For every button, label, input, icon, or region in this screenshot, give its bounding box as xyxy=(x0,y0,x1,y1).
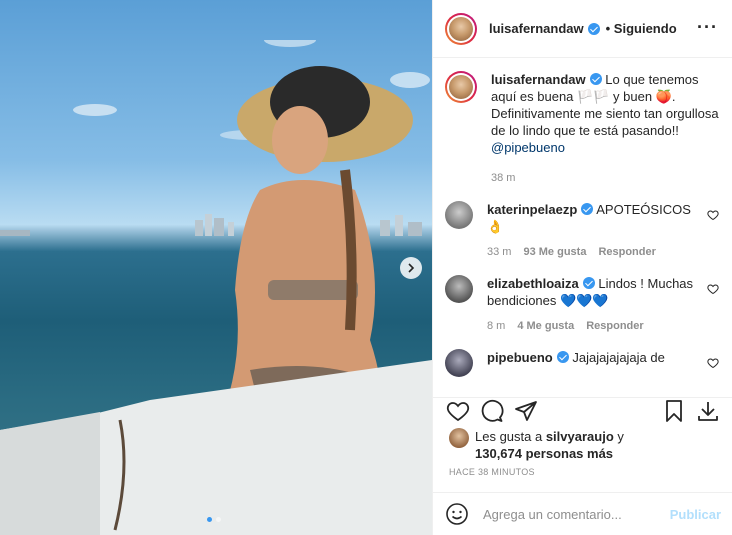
caption-time: 38 m xyxy=(491,172,516,184)
download-button[interactable] xyxy=(695,398,721,424)
comment-bubble-icon xyxy=(481,399,504,422)
reply-button[interactable]: Responder xyxy=(586,318,643,335)
verified-badge-icon xyxy=(589,73,602,85)
comment-username[interactable]: elizabethloaiza xyxy=(487,276,579,291)
author-username[interactable]: luisafernandaw xyxy=(489,21,584,36)
comment-time: 33 m xyxy=(487,246,512,258)
commenter-avatar[interactable] xyxy=(445,349,473,377)
caption-username[interactable]: luisafernandaw xyxy=(491,72,586,87)
more-horizontal-icon[interactable]: ··· xyxy=(697,18,718,36)
like-button[interactable] xyxy=(445,398,471,424)
comment-likes-button[interactable]: 93 Me gusta xyxy=(523,244,586,261)
flag-emoji: 🏳️🏳️ xyxy=(577,89,610,104)
likes-text: Les gusta a xyxy=(475,429,546,444)
carousel-dot xyxy=(216,517,221,522)
author-avatar[interactable] xyxy=(445,71,477,103)
add-comment-bar: Publicar xyxy=(433,492,732,535)
peach-emoji: 🍑 xyxy=(655,89,672,104)
download-icon xyxy=(698,402,718,421)
heart-icon[interactable] xyxy=(707,283,719,295)
chevron-right-icon xyxy=(408,263,415,273)
reply-button[interactable]: Responder xyxy=(598,244,655,261)
comment-item: pipebueno Jajajajajajaja de xyxy=(445,349,719,377)
author-avatar[interactable] xyxy=(445,12,477,45)
comment-item: elizabethloaiza Lindos ! Muchas bendicio… xyxy=(445,275,719,335)
likes-summary: Les gusta a silvyaraujo y 130,674 person… xyxy=(449,428,719,462)
verified-badge-icon xyxy=(556,351,569,363)
save-button[interactable] xyxy=(661,398,687,424)
comment-username[interactable]: pipebueno xyxy=(487,350,553,365)
next-slide-button[interactable] xyxy=(400,257,422,279)
post-side-panel: luisafernandaw • Siguiendo ··· luisafern… xyxy=(432,0,732,535)
commenter-avatar[interactable] xyxy=(445,201,473,229)
comment-time: 8 m xyxy=(487,320,506,332)
carousel-dot xyxy=(207,517,212,522)
liker-username[interactable]: silvyaraujo xyxy=(546,429,614,444)
post-actions-bar xyxy=(433,397,732,425)
follow-status-button[interactable]: • Siguiendo xyxy=(606,21,677,36)
likes-count-button[interactable]: 130,674 personas más xyxy=(475,446,613,461)
comment-button[interactable] xyxy=(479,398,505,424)
caption-text-part: y buen xyxy=(609,89,656,104)
post-header: luisafernandaw • Siguiendo ··· xyxy=(433,0,732,58)
heart-icon[interactable] xyxy=(707,209,719,221)
heart-icon xyxy=(446,402,470,422)
comment-input[interactable] xyxy=(483,506,670,522)
emoji-icon[interactable] xyxy=(445,502,469,526)
post-timestamp[interactable]: HACE 38 MINUTOS xyxy=(449,467,535,477)
bookmark-icon xyxy=(666,400,682,422)
liker-avatar[interactable] xyxy=(449,428,469,448)
paper-plane-icon xyxy=(515,401,537,421)
heart-icon[interactable] xyxy=(707,357,719,369)
verified-badge-icon xyxy=(582,277,595,289)
comments-list: luisafernandaw Lo que tenemos aquí es bu… xyxy=(433,59,732,397)
boat-hull xyxy=(0,360,432,535)
comment-text: Jajajajajajaja de xyxy=(572,350,665,365)
likes-text: y xyxy=(613,429,624,444)
comment-likes-button[interactable]: 4 Me gusta xyxy=(517,318,574,335)
post-photo[interactable] xyxy=(0,0,432,535)
comment-item: katerinpelaezp APOTEÓSICOS 👌 33 m 93 Me … xyxy=(445,201,719,261)
publish-button[interactable]: Publicar xyxy=(670,507,721,522)
comment-username[interactable]: katerinpelaezp xyxy=(487,202,577,217)
commenter-avatar[interactable] xyxy=(445,275,473,303)
verified-badge-icon xyxy=(587,22,600,35)
share-button[interactable] xyxy=(513,398,539,424)
carousel-indicators xyxy=(207,517,221,522)
caption: luisafernandaw Lo que tenemos aquí es bu… xyxy=(445,71,719,187)
verified-badge-icon xyxy=(581,203,594,215)
mention-link[interactable]: @pipebueno xyxy=(491,140,565,155)
